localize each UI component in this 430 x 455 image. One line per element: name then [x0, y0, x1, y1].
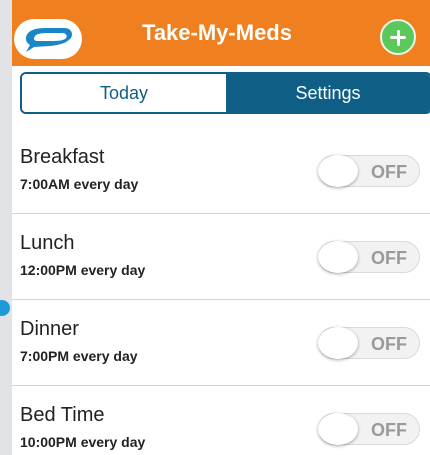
reminder-toggle[interactable]: OFF	[318, 413, 420, 445]
page-title: Take-My-Meds	[142, 20, 292, 45]
toggle-knob	[318, 155, 358, 187]
reminder-time: 7:00PM every day	[20, 348, 138, 364]
reminder-toggle[interactable]: OFF	[318, 155, 420, 187]
toggle-knob	[318, 241, 358, 273]
reminder-name: Breakfast	[20, 146, 105, 168]
reminder-name: Dinner	[20, 318, 79, 340]
list-item[interactable]: Dinner 7:00PM every day OFF	[12, 300, 430, 386]
reminder-toggle[interactable]: OFF	[318, 327, 420, 359]
reminder-list: Breakfast 7:00AM every day OFF Lunch 12:…	[12, 128, 430, 455]
list-item[interactable]: Breakfast 7:00AM every day OFF	[12, 128, 430, 214]
pill-logo-icon	[14, 19, 82, 59]
reminder-name: Bed Time	[20, 404, 105, 426]
toggle-label: OFF	[371, 162, 407, 182]
reminder-time: 10:00PM every day	[20, 434, 146, 450]
segmented-control: Today Settings	[20, 72, 430, 114]
app-window: Take-My-Meds Today Settings Breakfast 7:…	[12, 0, 430, 455]
reminder-time: 12:00PM every day	[20, 262, 146, 278]
toggle-label: OFF	[371, 420, 407, 440]
background-strip	[0, 0, 12, 455]
toggle-label: OFF	[371, 334, 407, 354]
add-button[interactable]	[380, 19, 416, 55]
list-item[interactable]: Bed Time 10:00PM every day OFF	[12, 386, 430, 455]
list-item[interactable]: Lunch 12:00PM every day OFF	[12, 214, 430, 300]
reminder-toggle[interactable]: OFF	[318, 241, 420, 273]
toggle-knob	[318, 327, 358, 359]
tab-settings[interactable]: Settings	[226, 74, 430, 112]
toggle-label: OFF	[371, 248, 407, 268]
top-bar: Take-My-Meds	[12, 0, 430, 66]
tab-today[interactable]: Today	[22, 74, 226, 112]
reminder-name: Lunch	[20, 232, 75, 254]
reminder-time: 7:00AM every day	[20, 176, 139, 192]
toggle-knob	[318, 413, 358, 445]
